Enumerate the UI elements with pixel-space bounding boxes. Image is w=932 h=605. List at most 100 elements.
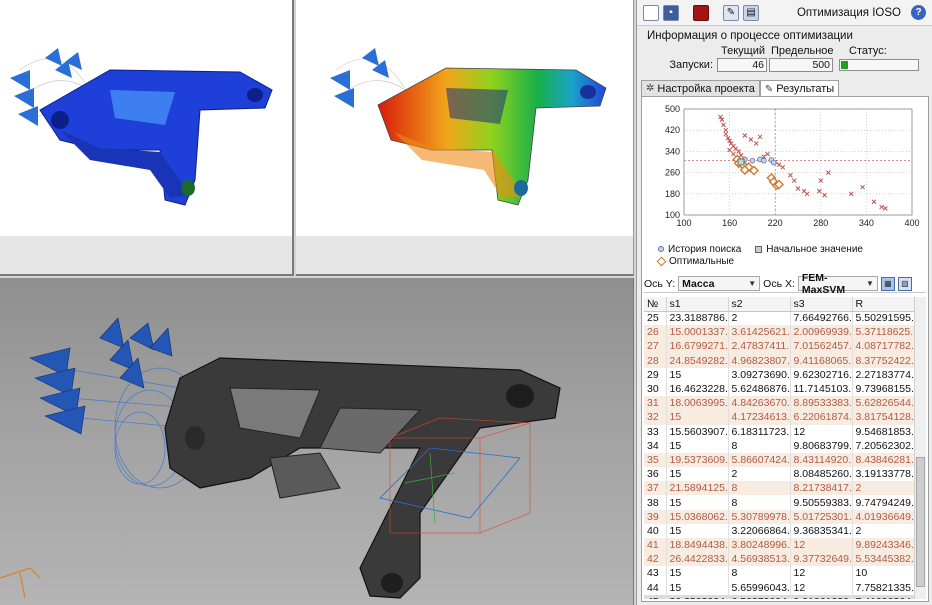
- table-cell: 18.8494438...: [666, 538, 729, 553]
- table-cell: 15: [666, 367, 729, 382]
- table-row[interactable]: 26 15.0001337... 3.61425621... 2.00969939..…: [644, 325, 915, 340]
- table-cell: 8.08485260...: [790, 467, 853, 482]
- y-axis-select[interactable]: Масса ▼: [678, 276, 761, 291]
- toolbar: ▪ ✎ ▤ Оптимизация IOSO ?: [637, 0, 932, 26]
- save-icon[interactable]: ▪: [663, 4, 679, 21]
- column-header[interactable]: s1: [666, 297, 729, 312]
- x-axis-label: Ось X:: [763, 277, 795, 290]
- table-cell: 4.08717782...: [852, 339, 915, 354]
- table-row[interactable]: 28 24.8549282... 4.96823807... 9.41168065..…: [644, 353, 915, 368]
- table-cell: 5.62486876...: [728, 381, 791, 397]
- optimization-info-group: Информация о процессе оптимизации Текущи…: [641, 28, 928, 76]
- app-title: Оптимизация IOSO: [796, 6, 901, 19]
- table-cell: 9.89243346...: [852, 538, 915, 553]
- table-row[interactable]: 35 19.5373609... 5.86607424... 8.43114920..…: [644, 452, 915, 468]
- scrollbar-thumb[interactable]: [916, 457, 925, 587]
- table-view-icon[interactable]: ▦: [880, 276, 895, 291]
- tab-results[interactable]: ✎ Результаты: [759, 80, 840, 97]
- table-cell: 20.3583924...: [666, 594, 729, 599]
- viewport-fea-colormap[interactable]: [296, 0, 634, 276]
- table-row[interactable]: 38 15 8 9.50559383... 9.74794249...: [644, 495, 915, 510]
- table-row[interactable]: 43 15 8 12 10: [644, 566, 915, 581]
- table-row[interactable]: 27 16.6799271... 2.47837411... 7.01562457..…: [644, 339, 915, 354]
- book-icon[interactable]: ▤: [743, 4, 759, 21]
- table-cell: 3.80248996...: [728, 538, 791, 553]
- column-header[interactable]: R: [852, 297, 915, 312]
- column-header[interactable]: s3: [790, 297, 853, 312]
- table-cell: 38: [644, 495, 667, 510]
- x-axis-select[interactable]: FEM-MaxSVM ▼: [797, 272, 878, 296]
- table-cell: 8: [728, 495, 791, 510]
- chart-icon: ✎: [764, 83, 774, 95]
- legend-label: История поиска: [668, 243, 742, 255]
- table-cell: 2.27183774...: [852, 367, 915, 382]
- table-cell: 12: [790, 566, 853, 581]
- table-cell: 5.30789978...: [728, 509, 791, 524]
- table-cell: 10: [852, 566, 915, 581]
- x-tick-label: 400: [904, 218, 919, 228]
- table-row[interactable]: 40 15 3.22066864... 9.36835341... 2: [644, 523, 915, 538]
- table-row[interactable]: 32 15 4.17234613... 6.22061874... 3.81754128…: [644, 410, 915, 425]
- table-cell: 6.18311723...: [728, 424, 791, 439]
- results-table-container: № s1 s2 s3 R 25 23.3188786... 2 7.66492766.…: [644, 297, 926, 599]
- table-cell: 4.84263670...: [728, 396, 791, 411]
- table-row[interactable]: 44 15 5.65996043... 12 7.75821335...: [644, 580, 915, 595]
- table-row[interactable]: 31 18.0063995... 4.84263670... 8.89533383..…: [644, 396, 915, 411]
- table-cell: 2.00969939...: [790, 325, 853, 340]
- tab-label: Настройка проекта: [657, 82, 755, 95]
- fea-colormap-model: [330, 48, 607, 206]
- table-row[interactable]: 33 15.5603907... 6.18311723... 12 9.54681853…: [644, 424, 915, 439]
- table-cell: 15: [666, 566, 729, 581]
- status-progress-bar: [839, 59, 919, 71]
- table-row[interactable]: 36 15 2 8.08485260... 3.19133778...: [644, 467, 915, 482]
- new-document-icon[interactable]: [643, 4, 659, 21]
- table-row[interactable]: 42 26.4422833... 4.56938513... 9.37732649..…: [644, 552, 915, 567]
- table-row[interactable]: 41 18.8494438... 3.80248996... 12 9.89243346…: [644, 538, 915, 553]
- viewport-cad-model[interactable]: [0, 278, 634, 605]
- help-icon[interactable]: ?: [911, 5, 926, 20]
- legend-initial: Начальное значение: [755, 244, 863, 255]
- table-row[interactable]: 37 21.5894125... 8 8.21738417... 2: [644, 481, 915, 496]
- chart-view-icon[interactable]: ▧: [897, 276, 912, 291]
- tab-project-settings[interactable]: ✲ Настройка проекта: [641, 80, 760, 96]
- table-cell: 26: [644, 325, 667, 340]
- table-cell: 15: [666, 580, 729, 595]
- table-cell: 5.37118625...: [852, 325, 915, 340]
- table-row[interactable]: 30 16.4623228... 5.62486876... 11.7145103..…: [644, 381, 915, 397]
- table-cell: 16.4623228...: [666, 381, 729, 397]
- legend-label: Начальное значение: [766, 243, 863, 255]
- column-header[interactable]: s2: [728, 297, 791, 312]
- table-cell: 2: [728, 311, 791, 326]
- table-row[interactable]: 39 15.0368062... 5.30789978... 5.01725301..…: [644, 509, 915, 524]
- table-cell: 6.50279094...: [728, 594, 791, 599]
- table-cell: 34: [644, 438, 667, 453]
- table-cell: 5.65996043...: [728, 580, 791, 595]
- settings-tools-icon[interactable]: ✎: [723, 4, 739, 21]
- table-cell: 15.5603907...: [666, 424, 729, 439]
- square-marker-icon: [755, 245, 763, 253]
- table-cell: 21.5894125...: [666, 481, 729, 496]
- column-header[interactable]: №: [644, 297, 667, 312]
- table-cell: 43: [644, 566, 667, 581]
- table-cell: 7.66492766...: [790, 311, 853, 326]
- table-header-row: № s1 s2 s3 R: [644, 297, 915, 312]
- legend-history: История поиска: [658, 244, 741, 255]
- table-cell: 5.50291595...: [852, 311, 915, 326]
- y-tick-label: 100: [665, 210, 680, 220]
- results-table: № s1 s2 s3 R 25 23.3188786... 2 7.66492766.…: [644, 297, 915, 599]
- info-header: Текущий Предельное Статус:: [647, 45, 922, 57]
- fea-blue-model: [10, 48, 273, 206]
- table-cell: 9.73968155...: [852, 381, 915, 397]
- table-cell: 7.01562457...: [790, 339, 853, 354]
- viewport-fea-blue[interactable]: [0, 0, 294, 276]
- table-cell: 5.62826544...: [852, 396, 915, 411]
- table-row[interactable]: 29 15 3.09273690... 9.62302716... 2.27183774…: [644, 367, 915, 382]
- table-cell: 6.22061874...: [790, 410, 853, 425]
- table-row[interactable]: 4520.3583924...6.50279094...9.91061230..…: [644, 594, 915, 599]
- stop-icon[interactable]: [693, 4, 709, 21]
- table-cell: 9.91061230...: [790, 594, 853, 599]
- diamond-marker-icon: [656, 256, 667, 266]
- table-row[interactable]: 34 15 8 9.80683799... 7.20562302...: [644, 438, 915, 453]
- table-scrollbar[interactable]: [914, 297, 926, 599]
- table-row[interactable]: 25 23.3188786... 2 7.66492766... 5.50291595.…: [644, 311, 915, 326]
